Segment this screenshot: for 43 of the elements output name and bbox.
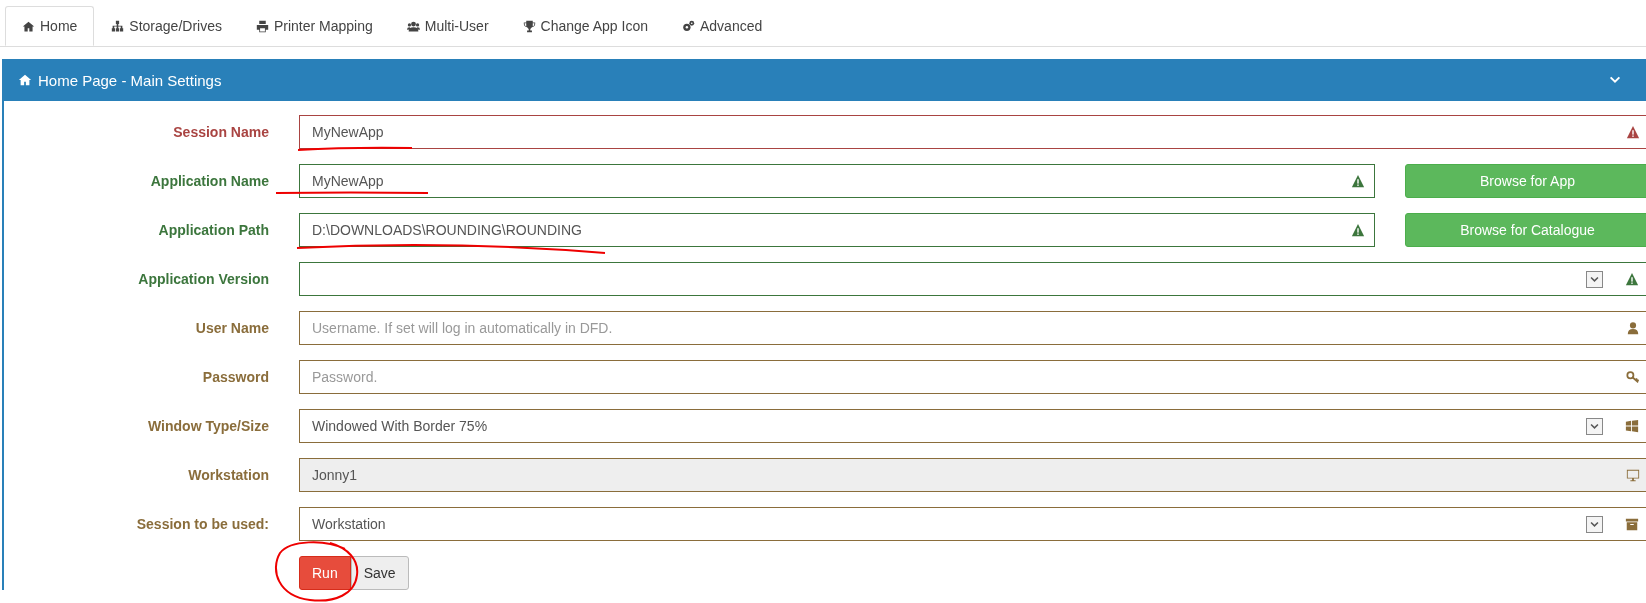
tab[interactable]: Storage/Drives bbox=[94, 6, 239, 46]
warning-icon bbox=[1351, 223, 1365, 237]
field-label: Session Name bbox=[172, 124, 269, 140]
field-label: Password bbox=[201, 369, 269, 385]
readonly-field[interactable]: Jonny1 bbox=[299, 458, 1646, 492]
field-label: User Name bbox=[194, 320, 269, 336]
printer-icon bbox=[255, 19, 269, 33]
user-icon bbox=[1626, 321, 1640, 335]
gears-icon bbox=[682, 19, 695, 33]
warning-icon bbox=[1625, 272, 1639, 286]
trophy-icon bbox=[522, 19, 536, 33]
input-field[interactable]: MyNewApp bbox=[299, 164, 1375, 198]
field-label: Application Version bbox=[137, 271, 269, 287]
key-icon bbox=[1626, 370, 1640, 384]
tab[interactable]: Change App Icon bbox=[505, 6, 665, 46]
sitemap-icon bbox=[111, 19, 125, 33]
field-label: Application Name bbox=[149, 173, 269, 189]
input-field[interactable]: Username. If set will log in automatically in DFD. bbox=[299, 311, 1646, 345]
tab[interactable]: Home bbox=[5, 6, 95, 46]
tab[interactable]: Advanced bbox=[665, 6, 780, 46]
input-field[interactable]: D:\DOWNLOADS\ROUNDING\ROUNDING bbox=[299, 213, 1375, 247]
input-field[interactable]: MyNewApp bbox=[299, 115, 1646, 149]
tab[interactable]: Multi-User bbox=[389, 6, 506, 46]
field-label: Workstation bbox=[187, 467, 269, 483]
warning-icon bbox=[1626, 125, 1640, 139]
field-label: Window Type/Size bbox=[147, 418, 269, 434]
input-field[interactable]: Password. bbox=[299, 360, 1646, 394]
windows-icon bbox=[1625, 419, 1639, 433]
home-icon bbox=[18, 73, 32, 87]
tab[interactable]: Printer Mapping bbox=[238, 6, 390, 46]
select-field[interactable] bbox=[299, 262, 1646, 296]
users-icon bbox=[406, 19, 420, 33]
warning-icon bbox=[1351, 174, 1365, 188]
field-label: Application Path bbox=[157, 222, 269, 238]
archive-icon bbox=[1625, 517, 1639, 531]
select-field[interactable]: Workstation bbox=[299, 507, 1646, 541]
monitor-icon bbox=[1626, 468, 1640, 482]
select-field[interactable]: Windowed With Border 75% bbox=[299, 409, 1646, 443]
field-label: Session to be used: bbox=[135, 516, 269, 532]
run-button[interactable]: Run bbox=[299, 556, 351, 590]
save-button[interactable]: Save bbox=[350, 556, 409, 590]
panel-title: Home Page - Main Settings bbox=[38, 71, 223, 89]
home-icon bbox=[22, 19, 35, 33]
